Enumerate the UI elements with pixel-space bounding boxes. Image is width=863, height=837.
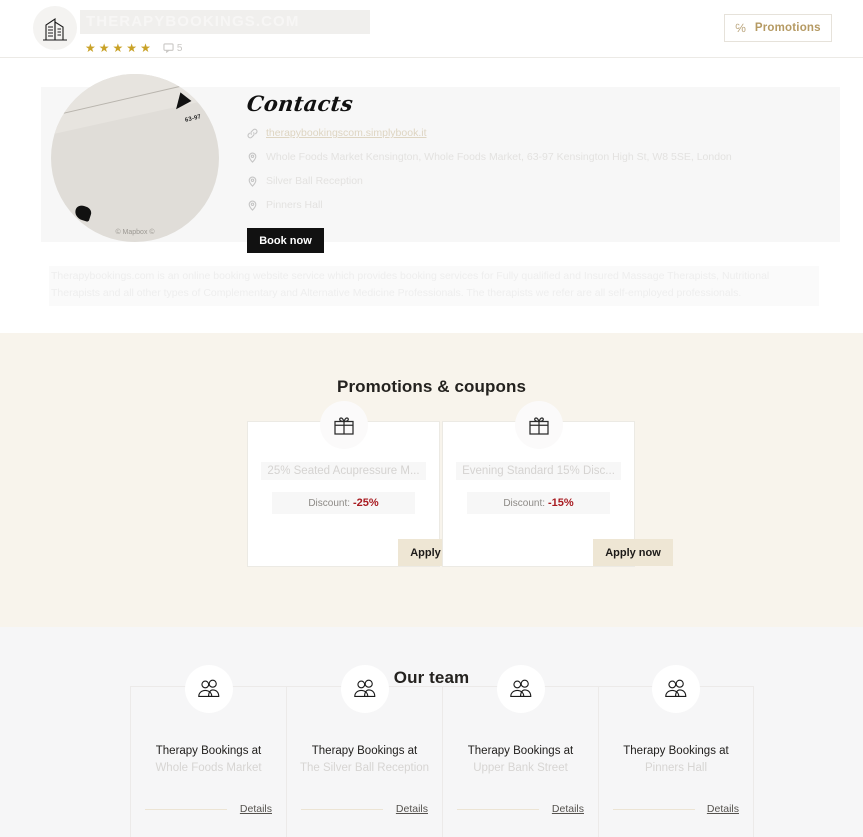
map-road-label: 63-97 — [184, 114, 202, 124]
star-icon: ★ — [140, 41, 151, 55]
brand-text: THERAPYBOOKINGS.COM ★ ★ ★ ★ ★ 5 — [80, 6, 370, 54]
rating-row: ★ ★ ★ ★ ★ 5 — [85, 42, 370, 54]
star-icon: ★ — [112, 41, 124, 55]
map-attribution: © Mapbox © — [115, 229, 155, 236]
promotion-name: 25% Seated Acupressure M... — [261, 462, 426, 480]
team-card-footer: Details — [613, 803, 739, 815]
apply-now-button[interactable]: Apply now — [593, 539, 673, 566]
promotions-grid: 25% Seated Acupressure M... Discount: -25… — [247, 401, 673, 567]
contact-line-address-2: Silver Ball Reception — [247, 174, 832, 188]
map-pin-icon[interactable] — [73, 203, 93, 223]
divider — [457, 808, 539, 810]
team-card-footer: Details — [301, 803, 428, 815]
location-pin-icon — [248, 152, 257, 163]
promotions-section-title: Promotions & coupons — [337, 377, 526, 396]
team-section: Our team Therapy Bookings at Whole Foods… — [0, 627, 863, 837]
team-member-card[interactable]: Therapy Bookings at Upper Bank Street De… — [442, 665, 598, 837]
contact-line-address-1: Whole Foods Market Kensington, Whole Foo… — [247, 150, 832, 164]
team-member-location: Upper Bank Street — [473, 762, 568, 774]
contacts-title: Contacts — [245, 91, 355, 116]
people-icon — [340, 665, 389, 713]
team-card-footer: Details — [145, 803, 272, 815]
contacts-body: Contacts therapybookingscom.simplybook.i… — [245, 91, 832, 253]
book-now-button[interactable]: Book now — [247, 228, 324, 253]
details-link[interactable]: Details — [240, 803, 272, 815]
location-pin-icon — [248, 200, 257, 211]
contact-line-website: therapybookingscom.simplybook.it — [247, 126, 832, 140]
promotion-card[interactable]: Evening Standard 15% Disc... Discount: -1… — [442, 401, 673, 567]
team-member-name: Therapy Bookings at — [623, 745, 729, 757]
website-link[interactable]: therapybookingscom.simplybook.it — [266, 127, 427, 139]
star-icon: ★ — [85, 41, 96, 55]
team-member-name: Therapy Bookings at — [467, 745, 574, 757]
details-link[interactable]: Details — [396, 803, 428, 815]
percent-icon: ℅ — [735, 21, 746, 35]
divider — [145, 808, 227, 810]
promotion-discount: Discount: -15% — [467, 492, 610, 514]
about-block: Therapybookings.com is an online booking… — [49, 266, 819, 306]
location-map[interactable]: 63-97 © Mapbox © — [51, 74, 219, 242]
about-text: Therapybookings.com is an online booking… — [51, 270, 770, 299]
address-text: Whole Foods Market Kensington, Whole Foo… — [266, 151, 732, 163]
address-text: Silver Ball Reception — [266, 175, 363, 187]
team-section-title: Our team — [393, 668, 470, 687]
star-icon: ★ — [98, 41, 110, 55]
team-grid: Therapy Bookings at Whole Foods Market D… — [130, 665, 754, 837]
gift-icon — [514, 401, 563, 449]
promotions-button-label: Promotions — [754, 22, 821, 34]
discount-value: -15% — [548, 497, 574, 509]
promotion-discount: Discount: -25% — [272, 492, 415, 514]
people-icon — [184, 665, 233, 713]
promotion-card[interactable]: 25% Seated Acupressure M... Discount: -25… — [247, 401, 478, 567]
team-member-name: Therapy Bookings at — [155, 745, 262, 757]
address-text: Pinners Hall — [266, 199, 323, 211]
star-icon: ★ — [126, 41, 138, 55]
review-chip[interactable]: 5 — [163, 42, 183, 54]
review-count: 5 — [176, 42, 183, 54]
team-member-location: The Silver Ball Reception — [299, 762, 430, 774]
details-link[interactable]: Details — [707, 803, 739, 815]
team-member-location: Pinners Hall — [645, 762, 707, 774]
discount-label: Discount: — [308, 498, 350, 509]
divider — [301, 808, 383, 810]
discount-label: Discount: — [503, 498, 545, 509]
team-member-card[interactable]: Therapy Bookings at Whole Foods Market D… — [130, 665, 286, 837]
comment-icon — [163, 43, 174, 53]
team-member-card[interactable]: Therapy Bookings at The Silver Ball Rece… — [286, 665, 442, 837]
team-card-footer: Details — [457, 803, 584, 815]
divider — [613, 808, 695, 810]
details-link[interactable]: Details — [552, 803, 584, 815]
contact-line-address-3: Pinners Hall — [247, 198, 832, 212]
location-pin-icon — [248, 176, 257, 187]
site-header: THERAPYBOOKINGS.COM ★ ★ ★ ★ ★ 5 ℅ Promot… — [0, 0, 863, 58]
team-member-name: Therapy Bookings at — [311, 745, 418, 757]
team-member-card[interactable]: Therapy Bookings at Pinners Hall Details — [598, 665, 754, 837]
promotion-name: Evening Standard 15% Disc... — [456, 462, 621, 480]
building-icon — [33, 6, 77, 50]
link-icon — [247, 128, 258, 138]
brand-block: THERAPYBOOKINGS.COM ★ ★ ★ ★ ★ 5 — [33, 6, 370, 54]
promotions-button[interactable]: ℅ Promotions — [724, 14, 832, 42]
business-name: THERAPYBOOKINGS.COM — [80, 10, 370, 34]
team-member-location: Whole Foods Market — [155, 762, 262, 774]
gift-icon — [319, 401, 368, 449]
contacts-panel: 63-97 © Mapbox © Contacts therapybooking… — [41, 74, 840, 253]
people-icon — [496, 665, 545, 713]
people-icon — [652, 665, 700, 713]
discount-value: -25% — [353, 497, 379, 509]
